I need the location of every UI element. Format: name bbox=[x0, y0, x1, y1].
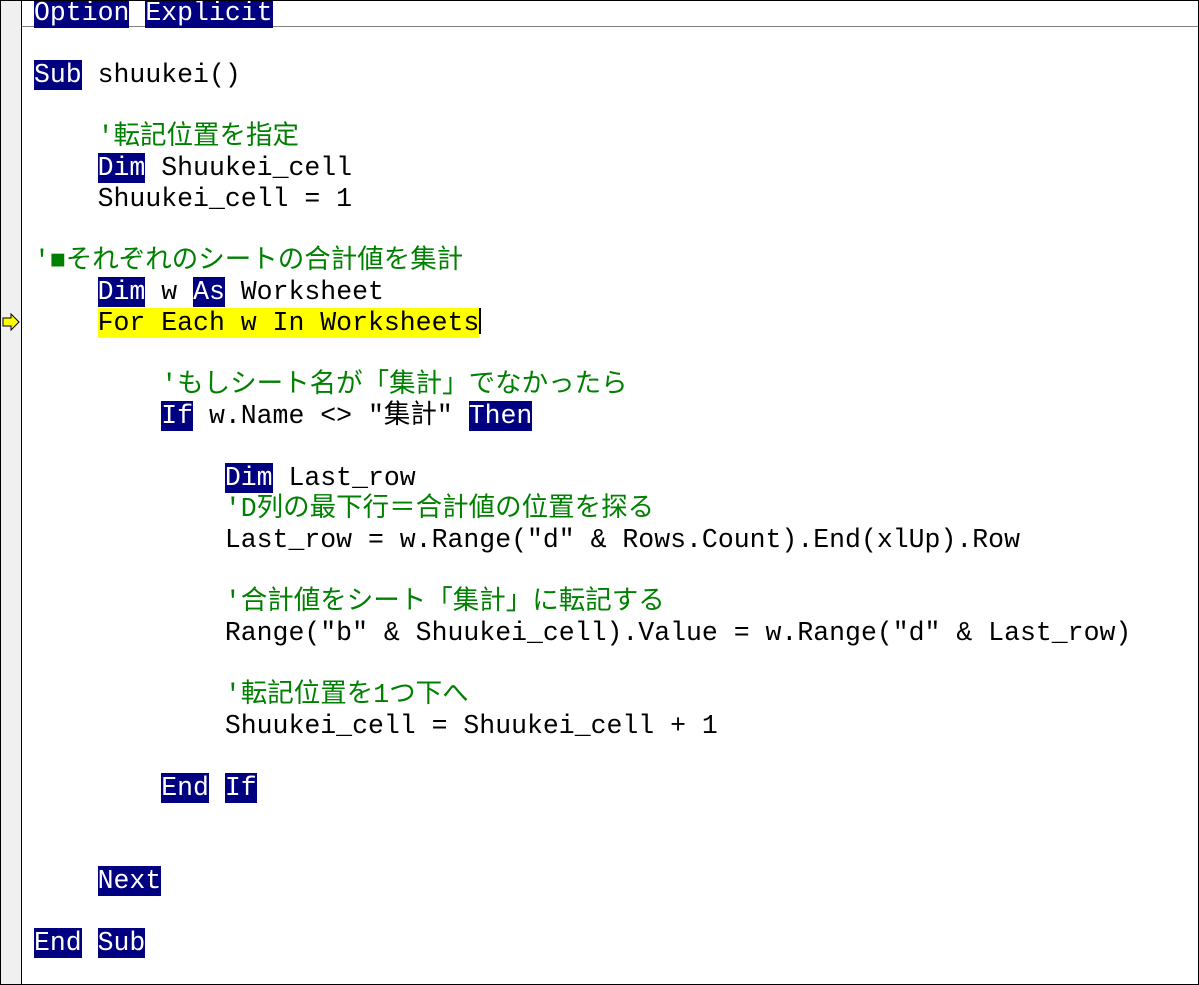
code-token: w bbox=[145, 277, 194, 307]
code-token: Range("b" & Shuukei_cell).Value = w.Rang… bbox=[224, 618, 1132, 648]
code-line[interactable]: Dim w As Worksheet bbox=[34, 277, 1198, 308]
code-line[interactable]: 'D列の最下行＝合計値の位置を探る bbox=[34, 494, 1198, 525]
code-line[interactable] bbox=[34, 835, 1198, 866]
code-line[interactable]: If w.Name <> "集計" Then bbox=[34, 401, 1198, 432]
keyword-token: End bbox=[34, 928, 82, 958]
code-line[interactable] bbox=[34, 556, 1198, 587]
keyword-token: End bbox=[161, 773, 209, 803]
execution-highlight: For Each w In Worksheets bbox=[97, 308, 480, 338]
keyword-token: Next bbox=[97, 866, 162, 896]
code-token: Last_row = w.Range("d" & Rows.Count).End… bbox=[224, 525, 1020, 555]
code-line[interactable]: '合計値をシート「集計」に転記する bbox=[34, 587, 1198, 618]
comment-token: '転記位置を指定 bbox=[97, 122, 300, 152]
keyword-token: As bbox=[193, 277, 225, 307]
code-editor[interactable]: Option Explicit Sub shuukei() '転記位置を指定 Di… bbox=[34, 0, 1198, 959]
code-line[interactable]: Sub shuukei() bbox=[34, 60, 1198, 91]
code-line[interactable]: '転記位置を1つ下へ bbox=[34, 680, 1198, 711]
code-line[interactable]: '■それぞれのシートの合計値を集計 bbox=[34, 246, 1198, 277]
keyword-token: Dim bbox=[97, 277, 146, 307]
code-line[interactable]: Dim Last_row bbox=[34, 463, 1198, 494]
keyword-token: If bbox=[224, 773, 257, 803]
code-line[interactable] bbox=[34, 742, 1198, 773]
code-token: Shuukei_cell = 1 bbox=[97, 184, 353, 214]
code-line[interactable] bbox=[34, 897, 1198, 928]
code-token: Last_row bbox=[272, 463, 416, 493]
code-token: Shuukei_cell bbox=[145, 153, 353, 183]
code-token: Shuukei_cell = Shuukei_cell + 1 bbox=[224, 711, 718, 741]
code-line[interactable]: End If bbox=[34, 773, 1198, 804]
keyword-token: Then bbox=[468, 401, 533, 431]
code-line[interactable] bbox=[34, 432, 1198, 463]
code-line[interactable] bbox=[34, 339, 1198, 370]
execution-arrow-icon[interactable] bbox=[2, 312, 20, 332]
code-line[interactable]: End Sub bbox=[34, 928, 1198, 959]
text-cursor bbox=[479, 308, 482, 334]
code-line[interactable]: 'もしシート名が「集計」でなかったら bbox=[34, 370, 1198, 401]
code-line[interactable] bbox=[34, 649, 1198, 680]
code-line[interactable]: Next bbox=[34, 866, 1198, 897]
keyword-token: Dim bbox=[224, 463, 273, 493]
keyword-token: Dim bbox=[97, 153, 146, 183]
code-line[interactable] bbox=[34, 804, 1198, 835]
keyword-token: Sub bbox=[97, 928, 146, 958]
keyword-token: Option bbox=[34, 0, 130, 28]
code-line[interactable] bbox=[34, 215, 1198, 246]
keyword-token: If bbox=[161, 401, 194, 431]
code-line[interactable] bbox=[34, 29, 1198, 60]
code-line[interactable]: '転記位置を指定 bbox=[34, 122, 1198, 153]
code-line[interactable]: For Each w In Worksheets bbox=[34, 308, 1198, 339]
code-line[interactable] bbox=[34, 91, 1198, 122]
code-line[interactable]: Dim Shuukei_cell bbox=[34, 153, 1198, 184]
code-token: w.Name <> "集計" bbox=[193, 401, 469, 431]
comment-token: '合計値をシート「集計」に転記する bbox=[224, 587, 665, 617]
comment-token: '■それぞれのシートの合計値を集計 bbox=[34, 246, 464, 276]
code-token: For Each w In Worksheets bbox=[97, 308, 480, 338]
code-window: Option Explicit Sub shuukei() '転記位置を指定 Di… bbox=[0, 0, 1199, 985]
code-line[interactable]: Shuukei_cell = 1 bbox=[34, 184, 1198, 215]
code-line[interactable]: Shuukei_cell = Shuukei_cell + 1 bbox=[34, 711, 1198, 742]
comment-token: 'もしシート名が「集計」でなかったら bbox=[161, 370, 628, 400]
comment-token: '転記位置を1つ下へ bbox=[224, 680, 469, 710]
code-token: shuukei() bbox=[81, 60, 241, 90]
code-line[interactable]: Last_row = w.Range("d" & Rows.Count).End… bbox=[34, 525, 1198, 556]
code-token: Worksheet bbox=[224, 277, 384, 307]
keyword-token: Explicit bbox=[145, 0, 273, 28]
keyword-token: Sub bbox=[34, 60, 82, 90]
margin-indicator-bar[interactable] bbox=[1, 1, 22, 984]
comment-token: 'D列の最下行＝合計値の位置を探る bbox=[224, 494, 655, 524]
code-line[interactable]: Range("b" & Shuukei_cell).Value = w.Rang… bbox=[34, 618, 1198, 649]
code-line[interactable]: Option Explicit bbox=[34, 0, 1198, 29]
